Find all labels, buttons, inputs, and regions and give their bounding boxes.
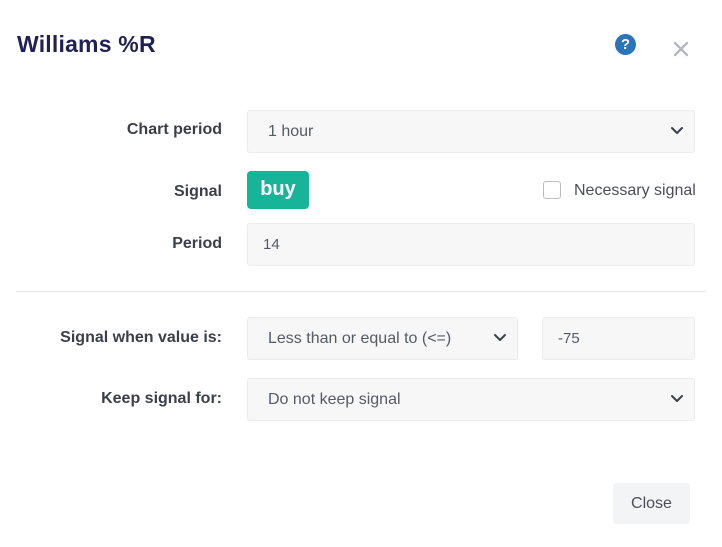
chart-period-value: 1 hour xyxy=(268,123,314,140)
period-label: Period xyxy=(172,235,222,252)
form-divider xyxy=(16,291,706,292)
question-circle-icon[interactable]: ? xyxy=(615,34,636,55)
signal-buy-badge: buy xyxy=(247,171,309,209)
signal-operator-select[interactable]: Less than or equal to (<=) xyxy=(247,317,518,360)
keep-signal-value: Do not keep signal xyxy=(268,391,401,408)
signal-operator-value: Less than or equal to (<=) xyxy=(268,330,452,347)
signal-label: Signal xyxy=(173,183,222,200)
close-icon[interactable] xyxy=(670,38,692,60)
period-input[interactable]: 14 xyxy=(247,223,695,266)
chevron-down-icon xyxy=(494,334,506,341)
dialog-title: Williams %R xyxy=(17,31,156,57)
chevron-down-icon xyxy=(671,127,683,134)
necessary-signal-checkbox[interactable] xyxy=(543,181,561,199)
chevron-down-icon xyxy=(671,395,683,402)
period-value: 14 xyxy=(263,236,280,253)
williams-r-dialog: Williams %R ? Chart period 1 hour Signal… xyxy=(0,0,722,547)
keep-signal-select[interactable]: Do not keep signal xyxy=(247,378,695,421)
close-button[interactable]: Close xyxy=(613,483,690,524)
signal-threshold-input[interactable]: -75 xyxy=(542,317,695,360)
necessary-signal-label[interactable]: Necessary signal xyxy=(574,182,696,200)
chart-period-label: Chart period xyxy=(126,121,222,138)
signal-threshold-value: -75 xyxy=(558,330,580,347)
signal-when-label: Signal when value is: xyxy=(60,329,222,346)
chart-period-select[interactable]: 1 hour xyxy=(247,110,695,153)
keep-signal-label: Keep signal for: xyxy=(101,390,222,407)
